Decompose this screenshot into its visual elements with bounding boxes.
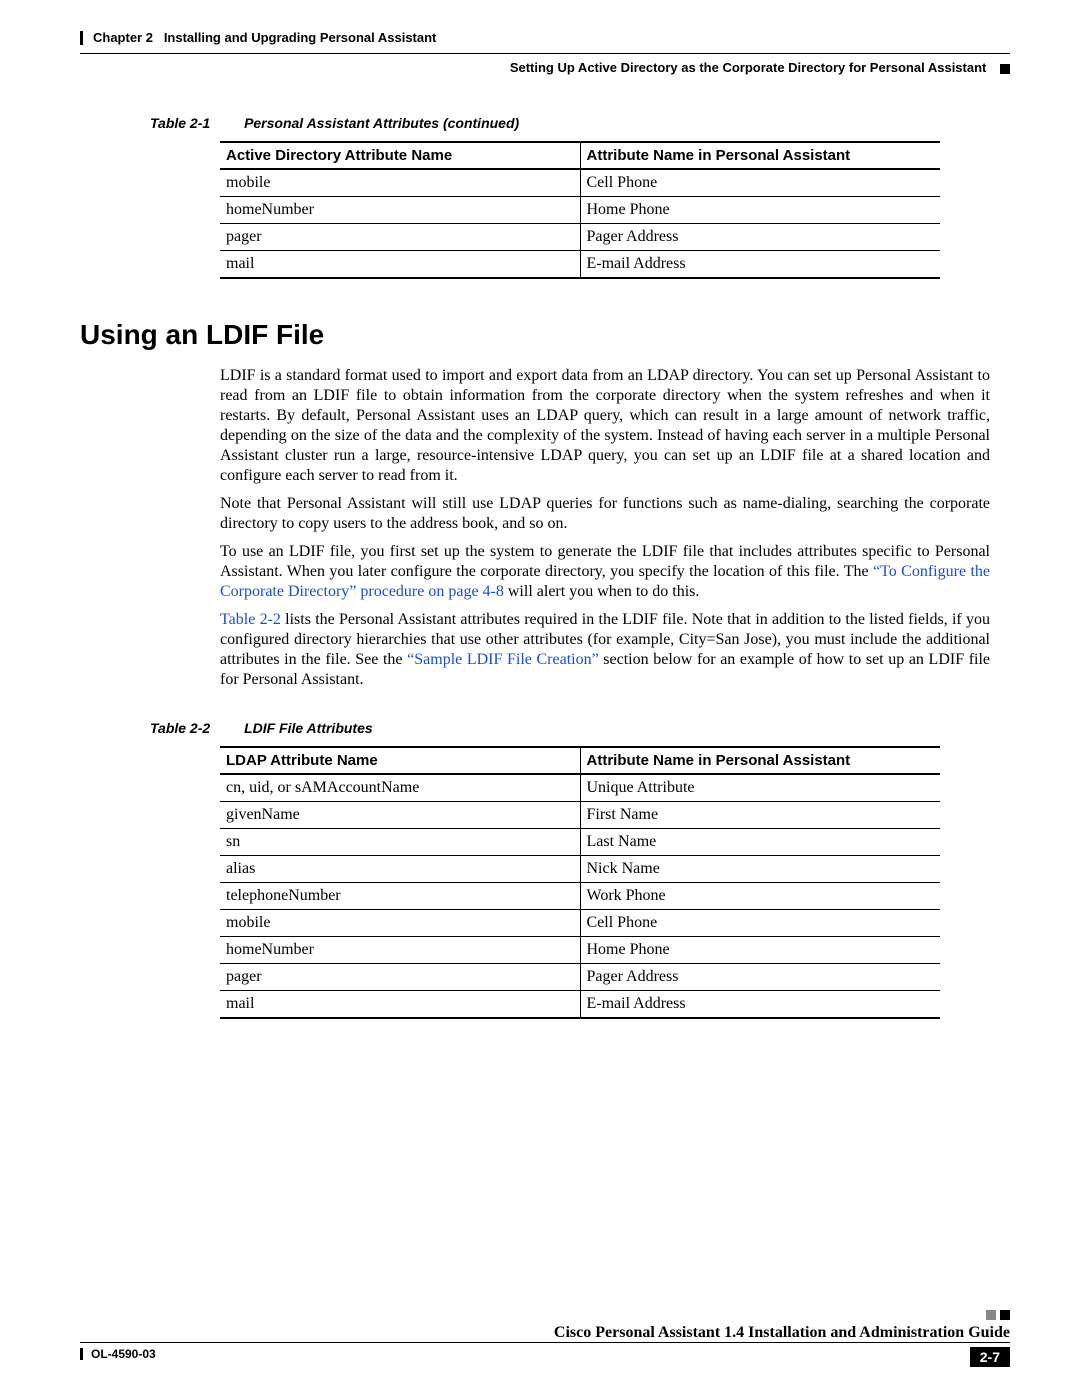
body-text: LDIF is a standard format used to import… [220, 366, 990, 690]
table-cell: mobile [220, 169, 580, 197]
footer-guide-title: Cisco Personal Assistant 1.4 Installatio… [554, 1324, 1010, 1342]
footer-decor-icon [986, 1310, 1010, 1320]
table2-label: Table 2-2 [150, 720, 210, 736]
table1: Active Directory Attribute Name Attribut… [220, 141, 940, 279]
table-cell: E-mail Address [580, 991, 940, 1019]
table1-title: Personal Assistant Attributes (continued… [244, 115, 519, 131]
table-cell: pager [220, 964, 580, 991]
table-row: pagerPager Address [220, 964, 940, 991]
table-cell: Work Phone [580, 883, 940, 910]
table-row: snLast Name [220, 829, 940, 856]
table-row: pagerPager Address [220, 224, 940, 251]
table-cell: mail [220, 991, 580, 1019]
footer-bar-icon [80, 1348, 83, 1360]
section-path: Setting Up Active Directory as the Corpo… [510, 60, 987, 75]
table1-col2-header: Attribute Name in Personal Assistant [580, 142, 940, 169]
table-cell: Nick Name [580, 856, 940, 883]
table-row: cn, uid, or sAMAccountNameUnique Attribu… [220, 774, 940, 802]
table-row: mailE-mail Address [220, 251, 940, 279]
cross-reference-link[interactable]: “Sample LDIF File Creation” [407, 651, 599, 668]
header-chapter-line: Chapter 2 Installing and Upgrading Perso… [80, 30, 1010, 45]
page-number-badge: 2-7 [970, 1347, 1010, 1367]
table-row: mobileCell Phone [220, 169, 940, 197]
doc-id: OL-4590-03 [91, 1347, 156, 1361]
table2-col2-header: Attribute Name in Personal Assistant [580, 747, 940, 774]
header-section-line: Setting Up Active Directory as the Corpo… [80, 53, 1010, 75]
table-row: givenNameFirst Name [220, 802, 940, 829]
table-cell: Home Phone [580, 937, 940, 964]
footer-doc-id: OL-4590-03 [80, 1347, 156, 1361]
table1-label: Table 2-1 [150, 115, 210, 131]
table-cell: telephoneNumber [220, 883, 580, 910]
table-row: homeNumberHome Phone [220, 937, 940, 964]
table2-caption: Table 2-2 LDIF File Attributes [150, 720, 1010, 736]
paragraph: To use an LDIF file, you first set up th… [220, 542, 990, 602]
table2: LDAP Attribute Name Attribute Name in Pe… [220, 746, 940, 1019]
table-cell: First Name [580, 802, 940, 829]
table-cell: alias [220, 856, 580, 883]
table1-caption: Table 2-1 Personal Assistant Attributes … [150, 115, 1010, 131]
table-cell: Pager Address [580, 224, 940, 251]
table-cell: pager [220, 224, 580, 251]
table1-col1-header: Active Directory Attribute Name [220, 142, 580, 169]
header-square-icon [1000, 64, 1010, 74]
table-row: homeNumberHome Phone [220, 197, 940, 224]
page-header: Chapter 2 Installing and Upgrading Perso… [70, 30, 1010, 75]
table-cell: mobile [220, 910, 580, 937]
table-row: mobileCell Phone [220, 910, 940, 937]
cross-reference-link[interactable]: Table 2-2 [220, 611, 281, 628]
table-cell: homeNumber [220, 937, 580, 964]
table-cell: Last Name [580, 829, 940, 856]
table2-col1-header: LDAP Attribute Name [220, 747, 580, 774]
table2-title: LDIF File Attributes [244, 720, 373, 736]
header-bar-icon [80, 31, 83, 45]
page-footer: Cisco Personal Assistant 1.4 Installatio… [70, 1310, 1010, 1367]
table-cell: sn [220, 829, 580, 856]
paragraph: LDIF is a standard format used to import… [220, 366, 990, 486]
table-cell: Cell Phone [580, 910, 940, 937]
table-cell: Unique Attribute [580, 774, 940, 802]
table-cell: Pager Address [580, 964, 940, 991]
paragraph: Table 2-2 lists the Personal Assistant a… [220, 610, 990, 690]
chapter-number: Chapter 2 [93, 30, 153, 45]
table-cell: Home Phone [580, 197, 940, 224]
table-row: telephoneNumberWork Phone [220, 883, 940, 910]
table-cell: E-mail Address [580, 251, 940, 279]
table-cell: givenName [220, 802, 580, 829]
table-cell: homeNumber [220, 197, 580, 224]
table-cell: mail [220, 251, 580, 279]
table-cell: Cell Phone [580, 169, 940, 197]
paragraph: Note that Personal Assistant will still … [220, 494, 990, 534]
table-row: mailE-mail Address [220, 991, 940, 1019]
table-row: aliasNick Name [220, 856, 940, 883]
section-heading: Using an LDIF File [80, 319, 1010, 351]
paragraph-text: will alert you when to do this. [504, 583, 700, 600]
table-cell: cn, uid, or sAMAccountName [220, 774, 580, 802]
chapter-title: Installing and Upgrading Personal Assist… [164, 30, 437, 45]
